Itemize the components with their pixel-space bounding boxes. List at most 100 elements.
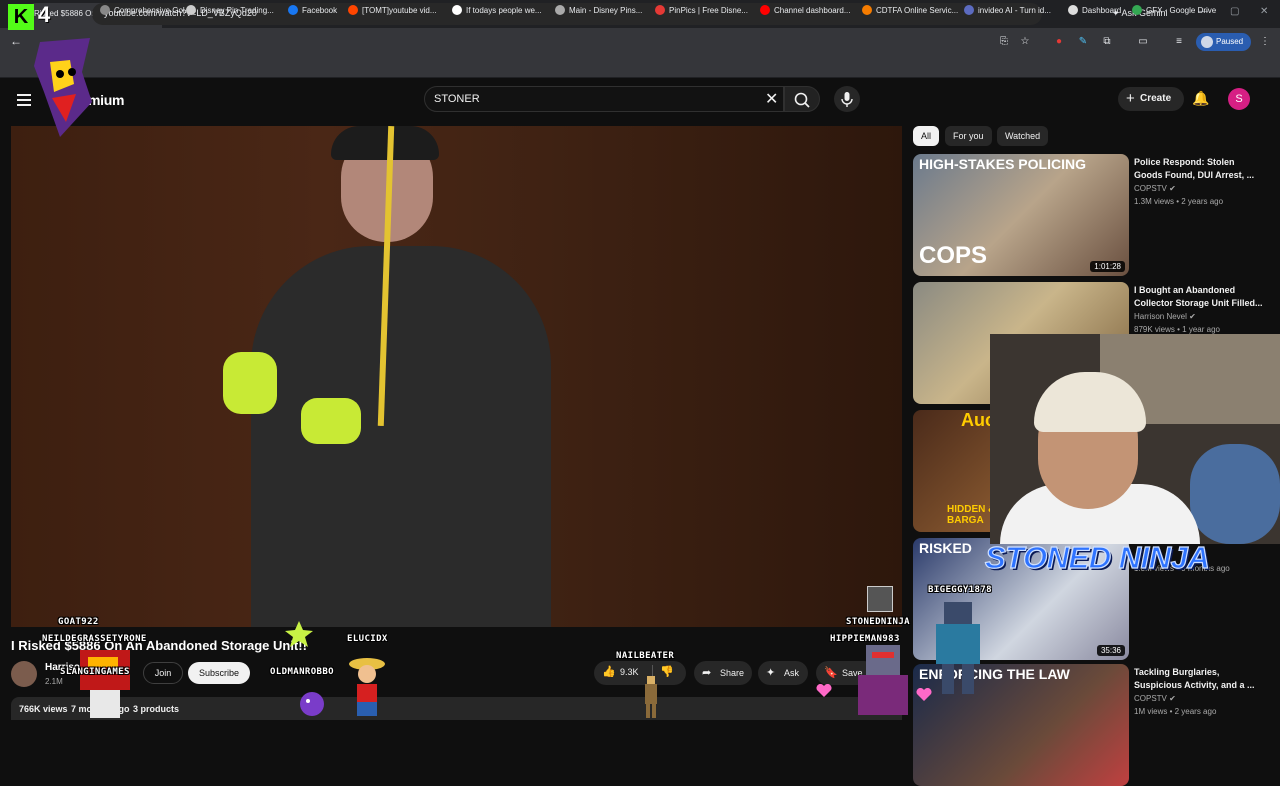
- share-button[interactable]: ➦ Share: [694, 661, 752, 685]
- channel-label: Harrison Nevel: [1134, 312, 1187, 321]
- bookmark-item[interactable]: Facebook: [288, 5, 337, 15]
- bookmark-item[interactable]: Main - Disney Pins...: [555, 5, 642, 15]
- join-button[interactable]: Join: [143, 662, 183, 684]
- bookmark-item[interactable]: Comprehensive Gol...: [100, 5, 191, 15]
- close-window-icon[interactable]: ✕: [1260, 6, 1268, 17]
- search-box[interactable]: ✕: [424, 86, 784, 112]
- recommended-video-title[interactable]: I Bought an Abandoned Collector Storage …: [1134, 284, 1264, 310]
- share-label: Share: [720, 668, 745, 678]
- recommended-video-channel[interactable]: COPSTV ✔: [1134, 694, 1176, 703]
- bookmark-label: If todays people we...: [466, 6, 542, 15]
- bookmark-label: CDTFA Online Servic...: [876, 6, 959, 15]
- install-app-icon[interactable]: ⎘: [997, 35, 1011, 49]
- bookmark-favicon-icon: [100, 5, 110, 15]
- filter-chip[interactable]: Watched: [997, 126, 1049, 146]
- recommended-video-meta: 1M views • 2 years ago: [1134, 707, 1217, 716]
- bookmark-label: Dashboard: [1082, 6, 1122, 15]
- knight-sprite: [858, 645, 908, 715]
- bookmark-favicon-icon: [1132, 5, 1142, 15]
- search-input[interactable]: [434, 91, 754, 107]
- bookmark-star-icon[interactable]: ☆: [1018, 35, 1032, 49]
- heart-sprite: [816, 684, 832, 697]
- bookmark-item[interactable]: Channel dashboard...: [760, 5, 851, 15]
- clear-search-icon[interactable]: ✕: [765, 89, 778, 109]
- bookmark-item[interactable]: GFX - Google Drive: [1132, 5, 1216, 15]
- channel-avatar[interactable]: [11, 661, 37, 687]
- like-icon[interactable]: 👍: [602, 665, 616, 678]
- bookmark-favicon-icon: [1068, 5, 1078, 15]
- recommended-video-channel[interactable]: COPSTV ✔: [1134, 184, 1176, 193]
- webcam-plush: [1190, 444, 1280, 544]
- bookmark-item[interactable]: CDTFA Online Servic...: [862, 5, 958, 15]
- chat-username: GOAT922: [58, 617, 99, 627]
- bookmark-label: Comprehensive Gol...: [114, 6, 192, 15]
- streamer-webcam: [990, 334, 1280, 544]
- video-glove-left: [223, 352, 277, 414]
- kick-number: 4: [38, 2, 51, 27]
- bookmark-label: [TOMT]youtube vid...: [362, 6, 437, 15]
- notifications-bell-icon[interactable]: 🔔: [1192, 90, 1209, 107]
- extensions-puzzle-icon[interactable]: ⧉: [1100, 35, 1114, 49]
- filter-chip[interactable]: For you: [945, 126, 992, 146]
- dislike-icon[interactable]: 👎: [660, 665, 674, 678]
- profile-icon: [1201, 36, 1213, 48]
- recommended-video-title[interactable]: Tackling Burglaries, Suspicious Activity…: [1134, 666, 1264, 692]
- bookmark-label: PinPics | Free Disne...: [669, 6, 748, 15]
- kebab-menu-icon[interactable]: ⋮: [1258, 35, 1272, 49]
- bookmark-label: GFX - Google Drive: [1146, 6, 1217, 15]
- purple-creature-sprite: [300, 692, 324, 716]
- skeleton-sprite: [645, 676, 657, 718]
- bookmark-label: Facebook: [302, 6, 338, 15]
- bookmark-item[interactable]: PinPics | Free Disne...: [655, 5, 748, 15]
- video-duration: 35:36: [1096, 645, 1125, 656]
- hamburger-menu-icon[interactable]: [17, 94, 31, 106]
- video-glove-right: [301, 398, 361, 444]
- chat-username: HIPPIEMAN983: [830, 634, 900, 644]
- account-avatar[interactable]: S: [1228, 88, 1250, 110]
- bookmark-favicon-icon: [555, 5, 565, 15]
- like-count[interactable]: 9.3K: [620, 667, 639, 677]
- video-player[interactable]: [11, 126, 902, 627]
- red-robot-sprite: [80, 650, 130, 718]
- bookmark-item[interactable]: Dashboard: [1068, 5, 1121, 15]
- bookmark-item[interactable]: [TOMT]youtube vid...: [348, 5, 437, 15]
- bookmark-label: Channel dashboard...: [774, 6, 851, 15]
- robot-sprite: [936, 602, 980, 694]
- mascot-sprite: [34, 38, 92, 137]
- bookmark-favicon-icon: [760, 5, 770, 15]
- bookmarks-bar: [0, 56, 1280, 78]
- bookmark-item[interactable]: If todays people we...: [452, 5, 542, 15]
- recommended-video-title[interactable]: Police Respond: Stolen Goods Found, DUI …: [1134, 156, 1264, 182]
- video-thumbnail[interactable]: HIGH-STAKES POLICING COPS 1:01:28: [913, 154, 1129, 276]
- bookmark-favicon-icon: [288, 5, 298, 15]
- kick-logo: K: [8, 4, 34, 30]
- recommended-video-meta: 879K views • 1 year ago: [1134, 325, 1220, 334]
- bookmark-item[interactable]: invideo AI - Turn id...: [964, 5, 1051, 15]
- back-icon[interactable]: ←: [10, 34, 22, 48]
- bookmark-favicon-icon: [964, 5, 974, 15]
- recommended-video[interactable]: HIGH-STAKES POLICING COPS 1:01:28 Police Re…: [913, 154, 1273, 276]
- maximize-icon[interactable]: ▢: [1230, 6, 1239, 17]
- extension-icon[interactable]: ✎: [1076, 35, 1090, 49]
- bookmark-item[interactable]: Disney Pin Trading...: [186, 5, 274, 15]
- recommended-video-channel[interactable]: Harrison Nevel ✔: [1134, 312, 1196, 321]
- bookmark-favicon-icon: [862, 5, 872, 15]
- profile-paused-button[interactable]: Paused: [1196, 33, 1252, 51]
- reading-list-icon[interactable]: ≡: [1172, 35, 1186, 49]
- cast-icon[interactable]: ▭: [1136, 35, 1150, 49]
- bookmark-label: Main - Disney Pins...: [569, 6, 643, 15]
- description-box[interactable]: 766K views 7 months ago 3 products: [11, 697, 902, 720]
- search-button[interactable]: [784, 86, 820, 112]
- bookmark-icon: 🔖: [824, 667, 838, 679]
- bookmark-label: invideo AI - Turn id...: [978, 6, 1051, 15]
- filter-chip[interactable]: All: [913, 126, 940, 146]
- thumbnail-caption: RISKED: [919, 540, 972, 556]
- ask-button[interactable]: ✦ Ask: [758, 661, 808, 685]
- create-button[interactable]: Create: [1118, 87, 1184, 111]
- bookmark-favicon-icon: [348, 5, 358, 15]
- thumbnail-caption: HIGH-STAKES POLICING: [919, 156, 1086, 172]
- subscribe-button[interactable]: Subscribe: [188, 662, 250, 684]
- voice-search-button[interactable]: [834, 86, 860, 112]
- pinterest-extension-icon[interactable]: ●: [1052, 35, 1066, 49]
- verified-check-icon: ✔: [1186, 312, 1196, 321]
